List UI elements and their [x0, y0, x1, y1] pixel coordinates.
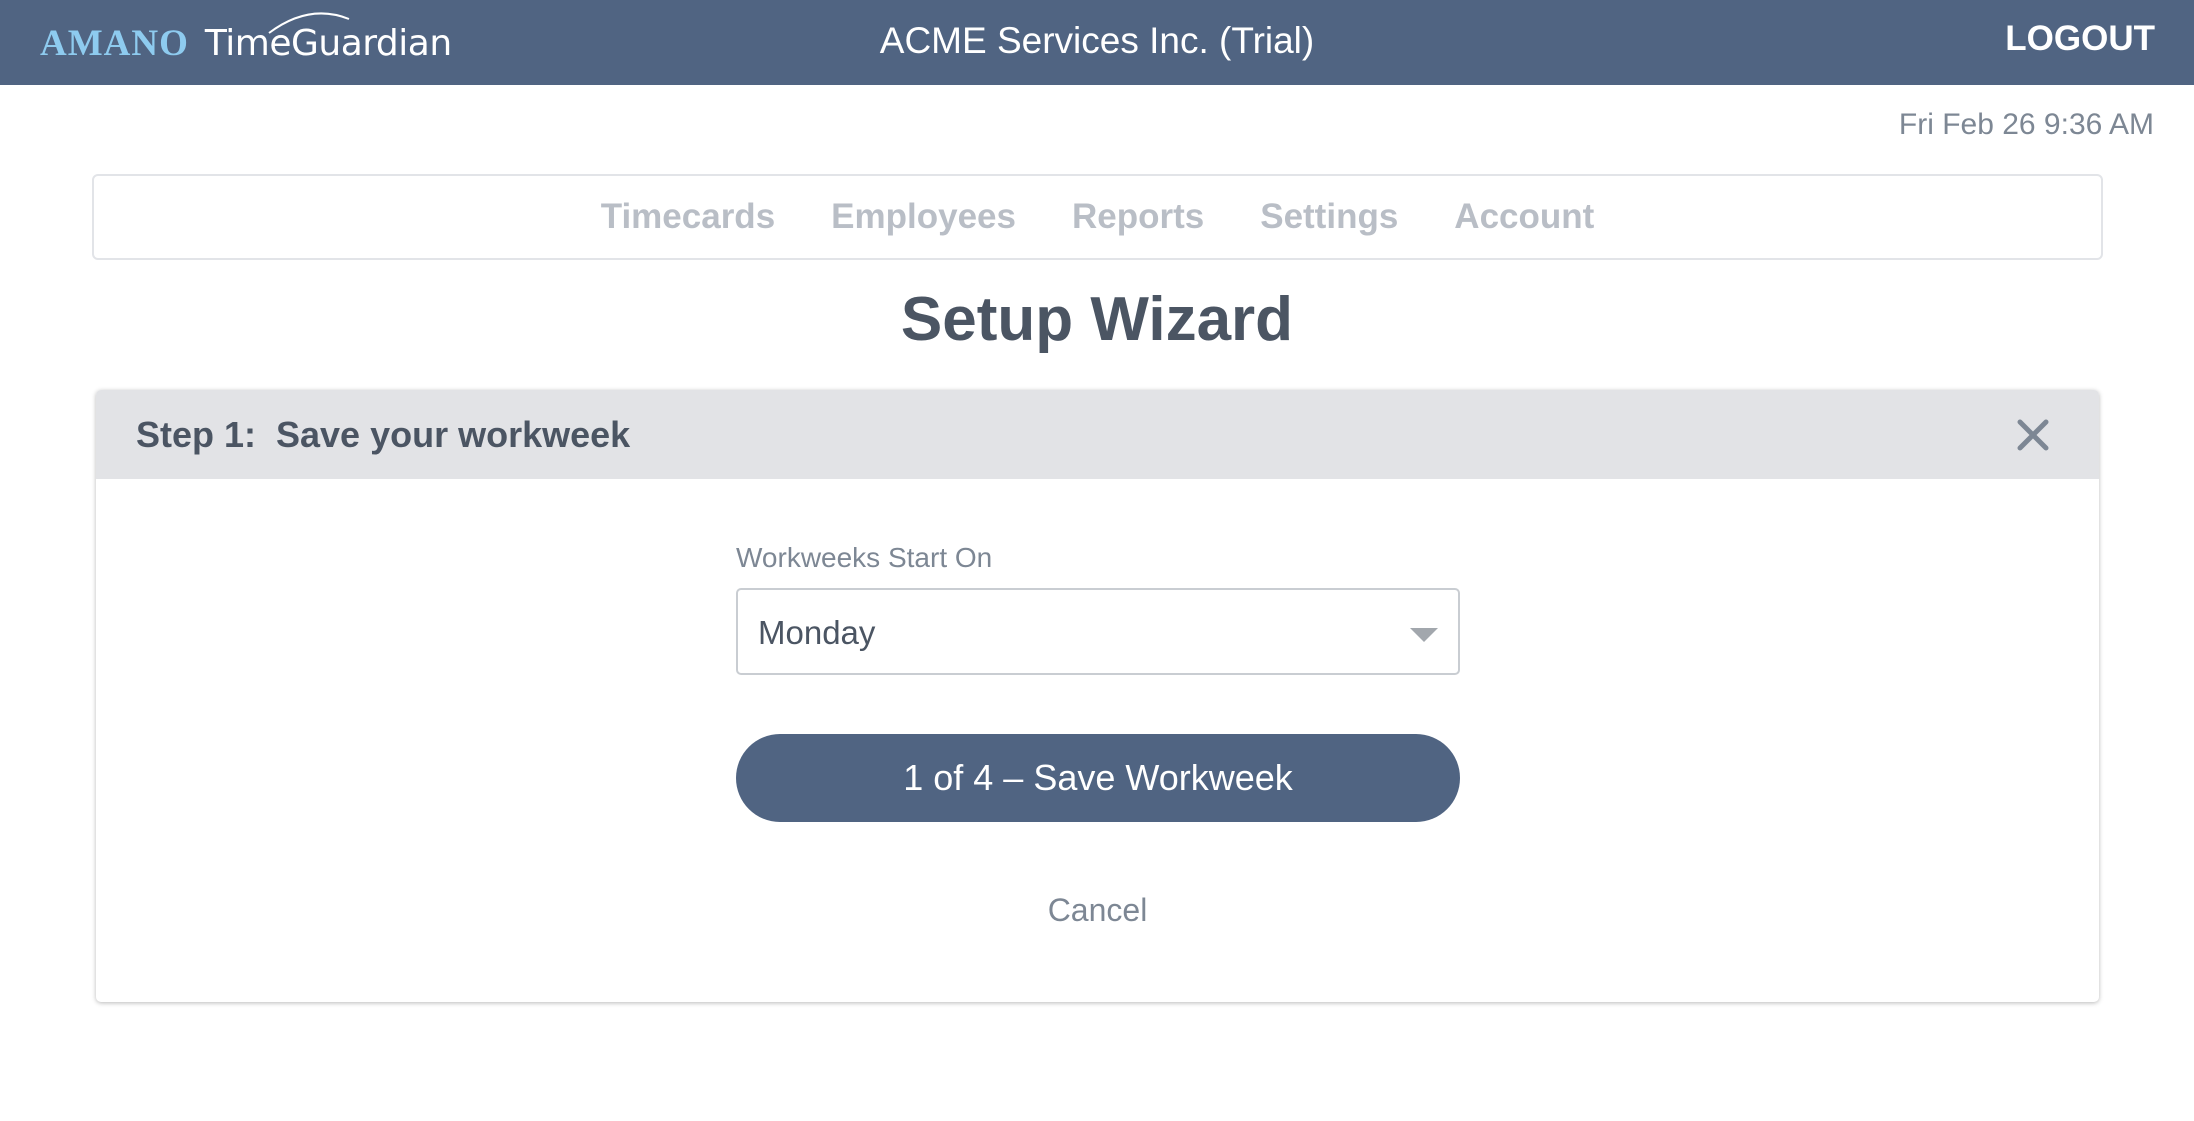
step-number: Step 1: [136, 414, 257, 455]
logo-brand: AMANO [40, 22, 189, 64]
close-icon[interactable] [2015, 417, 2051, 453]
nav-item-account[interactable]: Account [1454, 197, 1594, 237]
wizard-card-header: Step 1: Save your workweek [96, 390, 2099, 479]
nav-item-employees[interactable]: Employees [831, 197, 1016, 237]
nav-item-timecards[interactable]: Timecards [601, 197, 775, 237]
cancel-button[interactable]: Cancel [96, 892, 2099, 929]
select-value: Monday [758, 614, 876, 651]
app-logo[interactable]: AMANO TimeGuardian [40, 12, 452, 68]
step-title: Save your workweek [276, 414, 631, 455]
nav-item-settings[interactable]: Settings [1260, 197, 1398, 237]
page-title: Setup Wizard [900, 285, 1294, 354]
logo-arc-icon [268, 12, 350, 34]
save-workweek-button[interactable]: 1 of 4 – Save Workweek [736, 734, 1460, 822]
current-datetime: Fri Feb 26 9:36 AM [1898, 108, 2154, 141]
logo-product: TimeGuardian [205, 12, 452, 64]
logout-button[interactable]: LOGOUT [2005, 19, 2155, 59]
nav-item-reports[interactable]: Reports [1072, 197, 1204, 237]
workweek-start-label: Workweeks Start On [736, 542, 993, 573]
workweek-start-select[interactable]: Monday [736, 588, 1460, 675]
top-bar: AMANO TimeGuardian ACME Services Inc. (T… [0, 0, 2194, 85]
chevron-down-icon [1410, 628, 1438, 642]
wizard-card: Step 1: Save your workweek Workweeks Sta… [96, 390, 2099, 1002]
main-nav: Timecards Employees Reports Settings Acc… [92, 174, 2103, 260]
